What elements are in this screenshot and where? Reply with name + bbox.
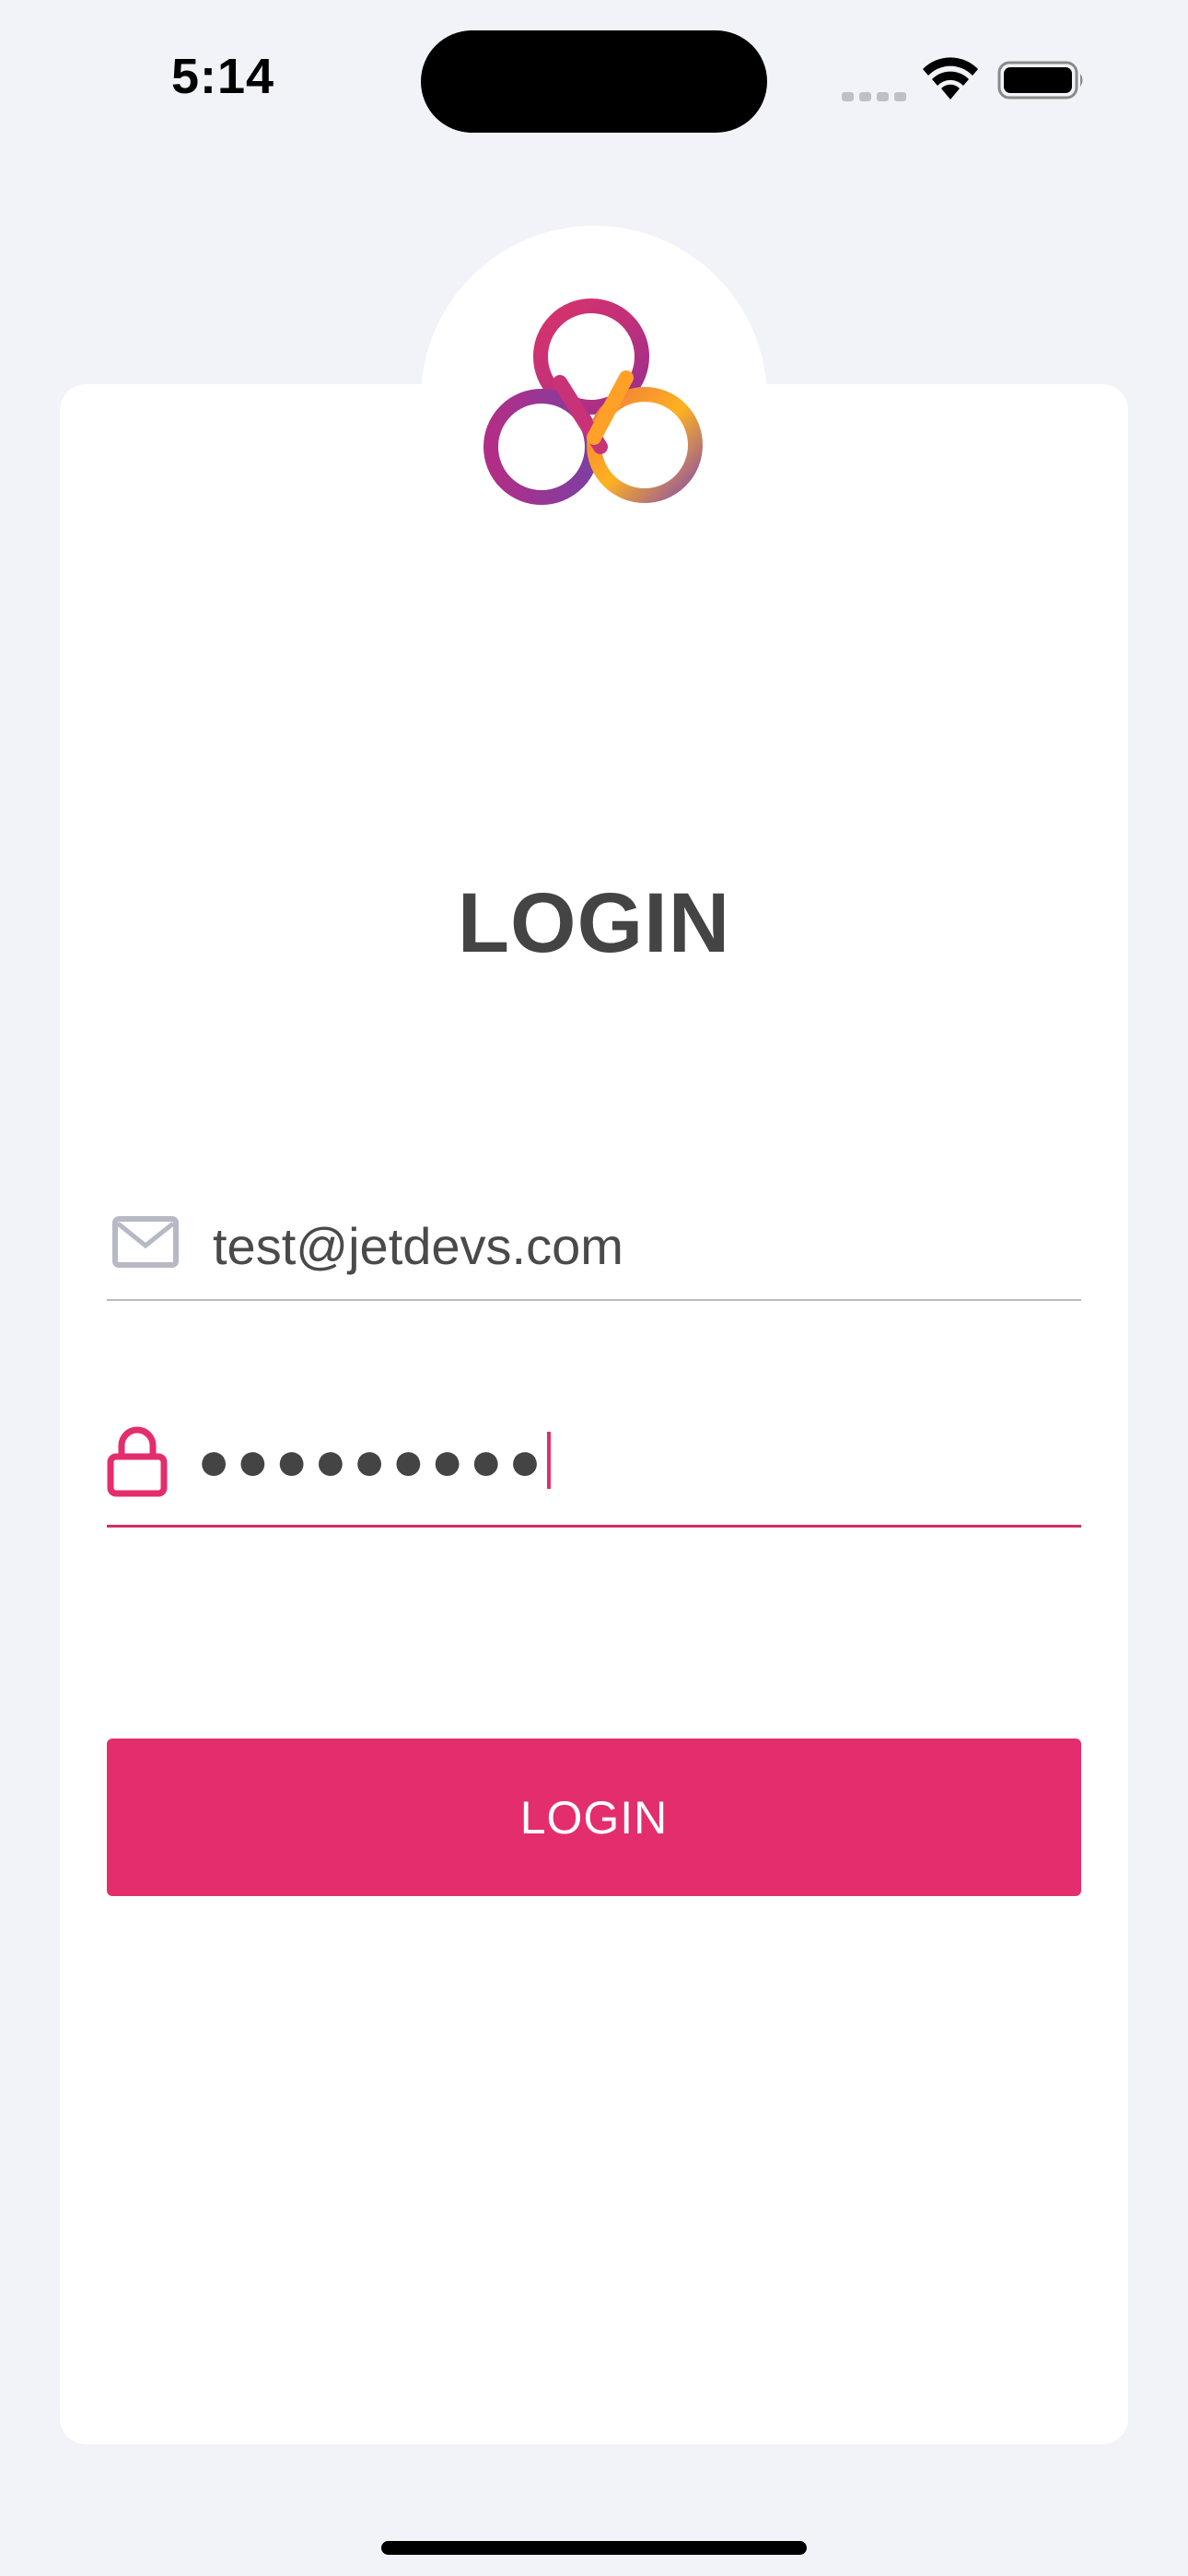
dynamic-island [421,30,767,133]
cellular-signal-icon [842,85,912,101]
password-field[interactable]: ●●●●●●●●● [107,1423,1081,1528]
lock-icon [107,1426,168,1497]
status-time: 5:14 [171,49,275,104]
email-underline [107,1299,1081,1301]
login-button[interactable]: LOGIN [107,1739,1081,1896]
mail-icon [112,1216,179,1268]
email-input[interactable]: test@jetdevs.com [213,1216,623,1276]
login-card [60,384,1128,2444]
wifi-icon [923,57,978,100]
email-field[interactable]: test@jetdevs.com [107,1207,1081,1301]
battery-icon [997,61,1083,100]
page-title: LOGIN [457,876,731,970]
password-input[interactable]: ●●●●●●●●● [197,1429,551,1493]
app-logo-icon [483,299,703,505]
status-bar: 5:14 [0,0,1188,157]
home-indicator[interactable] [381,2541,807,2555]
password-underline [107,1525,1081,1528]
